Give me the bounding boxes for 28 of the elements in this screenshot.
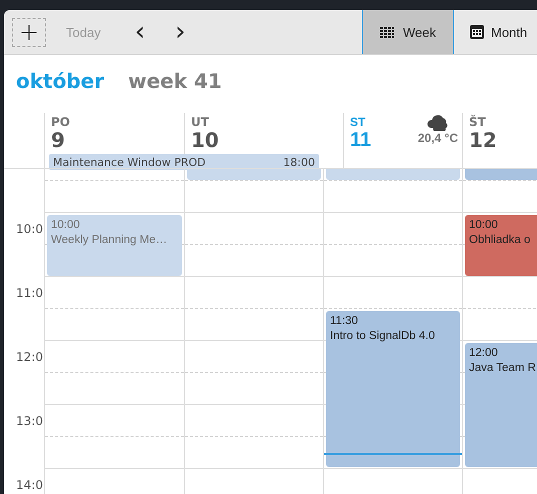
day-number: 11 xyxy=(350,129,372,151)
month-title: október xyxy=(16,69,104,93)
hour-label: 14:0 xyxy=(16,478,43,492)
hour-label: 13:0 xyxy=(16,414,43,428)
view-tab[interactable]: Week xyxy=(362,10,454,54)
event[interactable]: 12:00 Java Team R xyxy=(465,343,537,467)
hour-label: 11:0 xyxy=(16,286,43,300)
hour-label: 10:0 xyxy=(16,222,43,236)
event[interactable]: 10:00 Obhliadka o xyxy=(465,215,537,276)
event[interactable]: 11:30 Intro to SignalDb 4.0 xyxy=(326,311,460,467)
add-button[interactable]: + xyxy=(12,18,46,46)
temperature: 20,4 °C xyxy=(418,131,458,145)
view-tab[interactable]: Month xyxy=(454,10,528,54)
previous-button[interactable]: ‹ xyxy=(130,19,150,45)
weekday-label: PO xyxy=(51,115,70,129)
next-button[interactable]: › xyxy=(171,19,190,45)
weekday-label: ŠT xyxy=(469,115,486,129)
calendar-icon xyxy=(470,25,484,39)
hour-label: 12:0 xyxy=(16,350,43,364)
day-number: 12 xyxy=(469,129,497,151)
week-number: week 41 xyxy=(128,69,222,93)
weekday-label: ST xyxy=(350,115,366,129)
grid-icon xyxy=(380,25,394,39)
weekday-label: UT xyxy=(191,115,209,129)
day-number: 10 xyxy=(191,129,219,151)
cloud-icon xyxy=(426,113,450,131)
all-day-event[interactable]: Maintenance Window PROD 18:00 xyxy=(49,154,319,170)
day-number: 9 xyxy=(51,129,65,151)
